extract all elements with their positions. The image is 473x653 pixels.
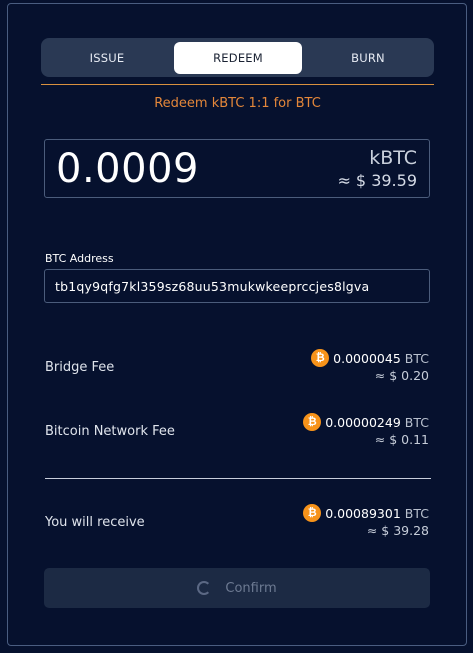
receive-usd: ≈ $ 39.28	[366, 523, 429, 538]
bitcoin-icon: ₿	[303, 504, 322, 522]
confirm-button-label: Confirm	[225, 580, 277, 596]
bridge-fee-label: Bridge Fee	[45, 360, 115, 375]
bitcoin-icon: ₿	[303, 413, 322, 431]
amount-usd-value: ≈ $ 39.59	[337, 171, 417, 190]
network-fee-label: Bitcoin Network Fee	[45, 424, 175, 439]
bridge-fee-amount: 0.0000045	[333, 350, 401, 366]
receive-amount: 0.00089301	[325, 505, 401, 521]
network-fee-unit: BTC	[404, 414, 429, 430]
page-subtitle: Redeem kBTC 1:1 for BTC	[154, 96, 321, 111]
amount-unit: kBTC	[369, 147, 417, 169]
amount-field[interactable]: 0.0009 kBTC ≈ $ 39.59	[44, 139, 430, 198]
tab-bar: ISSUE REDEEM BURN	[41, 38, 434, 77]
btc-address-input[interactable]	[44, 269, 430, 303]
network-fee-amount: 0.00000249	[325, 414, 401, 430]
network-fee-usd: ≈ $ 0.11	[374, 432, 429, 447]
confirm-button[interactable]: Confirm	[44, 568, 430, 608]
bridge-fee-usd: ≈ $ 0.20	[374, 368, 429, 383]
bridge-fee-unit: BTC	[404, 350, 429, 366]
amount-value[interactable]: 0.0009	[56, 146, 199, 192]
network-fee-value: ₿ 0.00000249 BTC ≈ $ 0.11	[303, 412, 429, 447]
tab-redeem[interactable]: REDEEM	[174, 42, 302, 74]
receive-label: You will receive	[45, 515, 145, 530]
summary-divider	[45, 478, 431, 479]
bridge-fee-value: ₿ 0.0000045 BTC ≈ $ 0.20	[311, 348, 429, 383]
tab-divider	[41, 84, 434, 85]
tab-burn[interactable]: BURN	[305, 42, 431, 74]
receive-value: ₿ 0.00089301 BTC ≈ $ 39.28	[303, 503, 429, 538]
receive-unit: BTC	[404, 505, 429, 521]
btc-address-label: BTC Address	[45, 252, 114, 265]
loading-spinner-icon	[197, 581, 212, 595]
redeem-card: ISSUE REDEEM BURN Redeem kBTC 1:1 for BT…	[7, 3, 467, 646]
bitcoin-icon: ₿	[311, 349, 330, 367]
tab-issue[interactable]: ISSUE	[43, 42, 171, 74]
